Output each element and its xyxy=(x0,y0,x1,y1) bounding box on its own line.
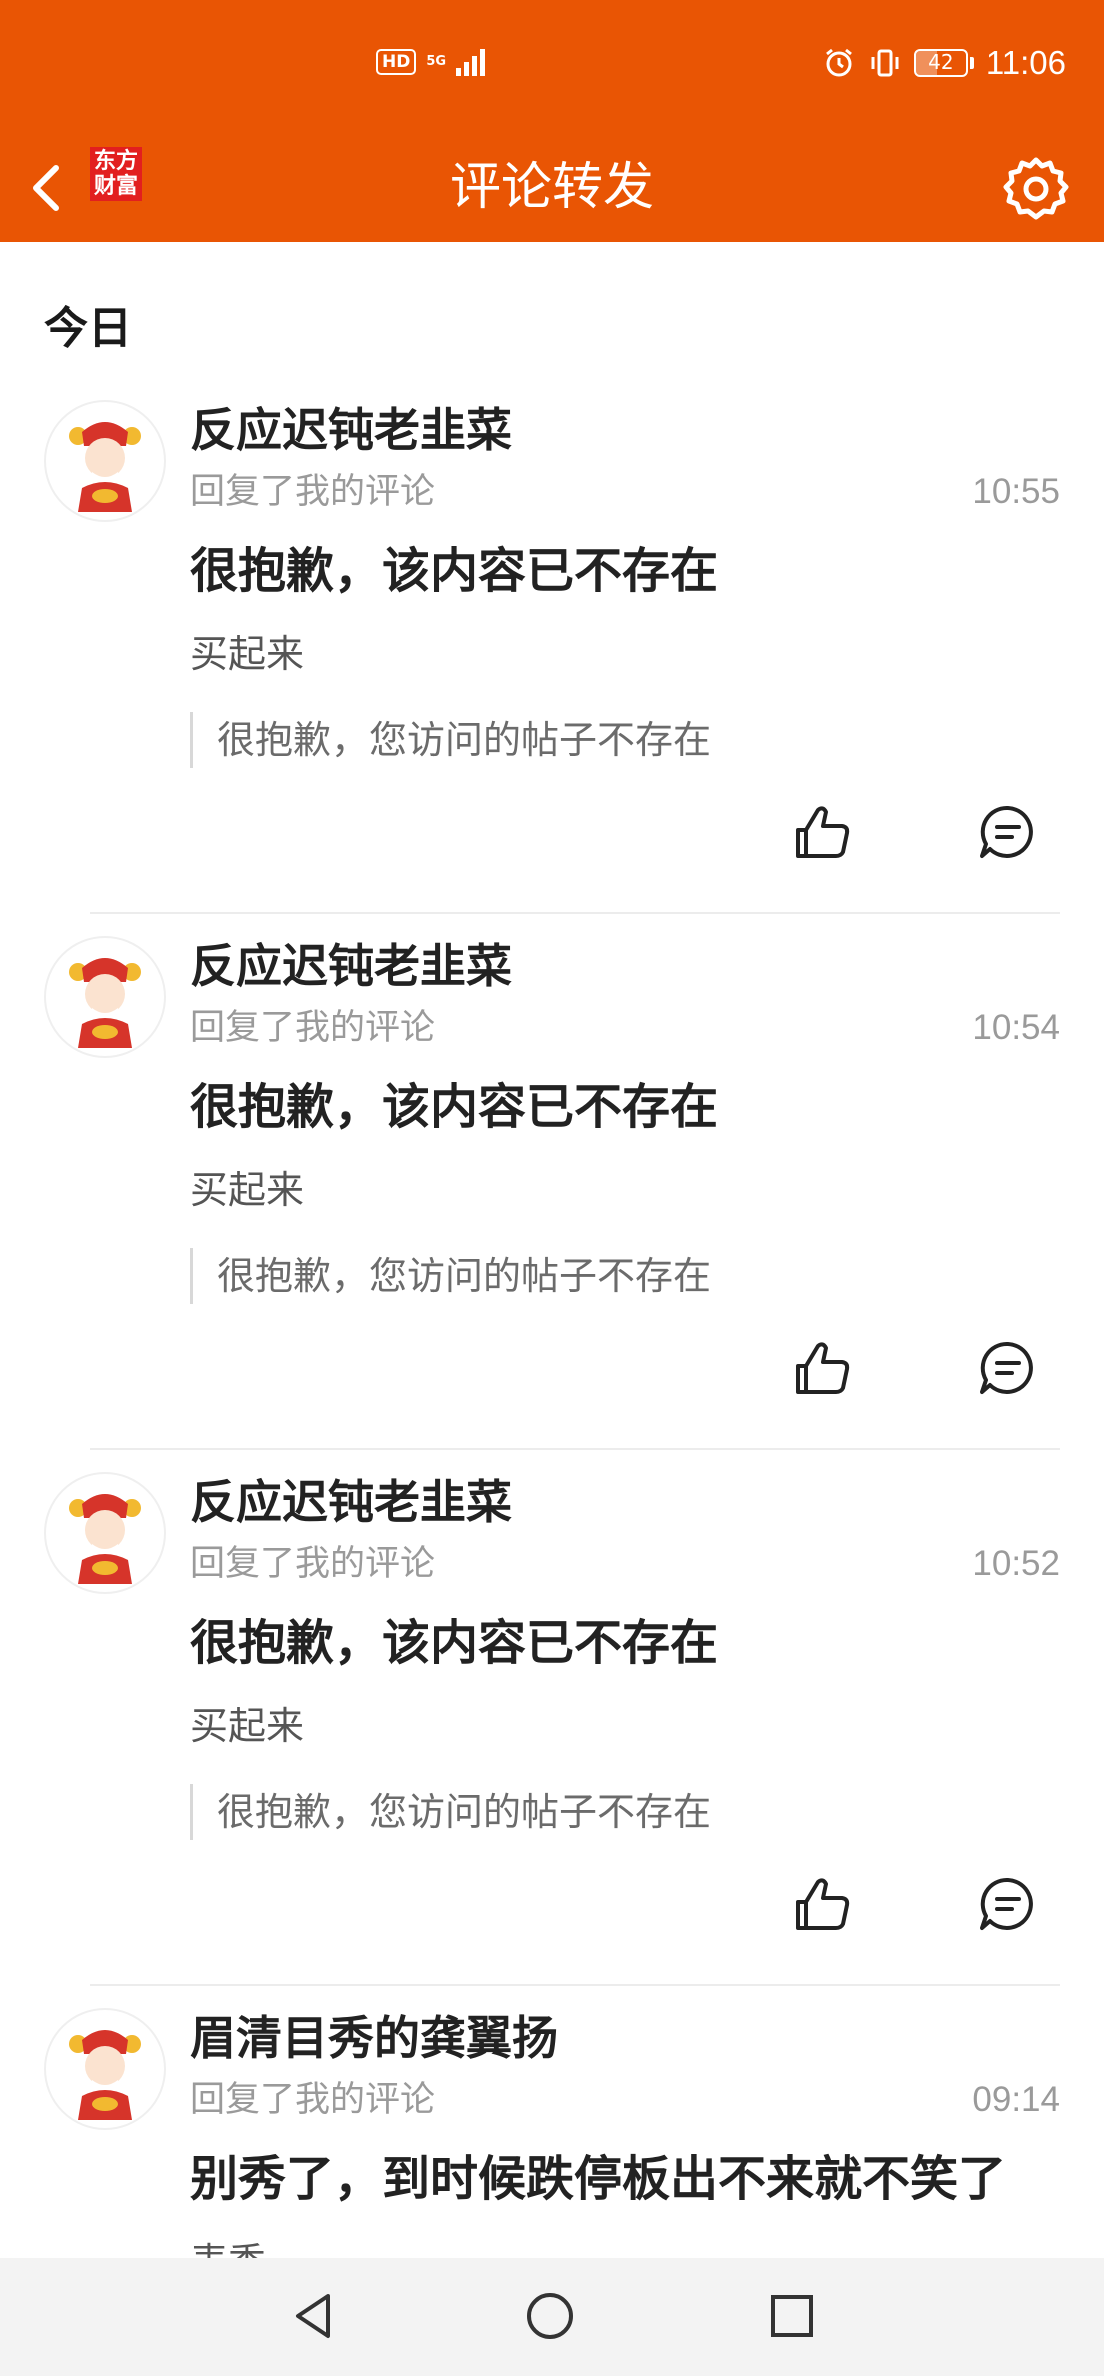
list-item[interactable]: 眉清目秀的龚翼扬 回复了我的评论 09:14 别秀了，到时候跌停板出不来就不笑了… xyxy=(0,2008,1104,2258)
timestamp: 10:52 xyxy=(972,1544,1060,1583)
comment-text[interactable]: 别秀了，到时候跌停板出不来就不笑了 xyxy=(190,2146,1006,2212)
divider xyxy=(90,1448,1060,1450)
battery-icon: 42 xyxy=(913,49,974,77)
my-comment-text: 买起来 xyxy=(190,1704,305,1748)
username[interactable]: 眉清目秀的龚翼扬 xyxy=(190,2008,558,2068)
section-title-today: 今日 xyxy=(44,303,132,354)
battery-level: 42 xyxy=(928,50,954,74)
signal-icon xyxy=(456,48,486,76)
avatar-caishen-icon xyxy=(69,422,141,512)
network-indicators: HD 5G xyxy=(376,48,486,76)
avatar[interactable] xyxy=(44,400,166,522)
quoted-post[interactable]: 很抱歉，您访问的帖子不存在 xyxy=(190,712,711,768)
network-type-label: 5G xyxy=(426,54,447,69)
status-time: 11:06 xyxy=(985,44,1066,81)
quoted-post[interactable]: 很抱歉，您访问的帖子不存在 xyxy=(190,1784,711,1840)
action-label: 回复了我的评论 xyxy=(190,472,436,512)
my-comment-text: 买起来 xyxy=(190,632,305,676)
triangle-back-icon[interactable] xyxy=(284,2286,344,2346)
gear-icon[interactable] xyxy=(1000,154,1072,226)
comment-text[interactable]: 很抱歉，该内容已不存在 xyxy=(190,1074,718,1140)
list-item[interactable]: 反应迟钝老韭菜 回复了我的评论 10:55 很抱歉，该内容已不存在 买起来 很抱… xyxy=(0,400,1104,914)
top-nav-bar: 评论转发 xyxy=(0,134,1104,242)
avatar[interactable] xyxy=(44,1472,166,1594)
avatar-caishen-icon xyxy=(69,958,141,1048)
notification-list: 今日 反应迟钝老韭菜 回复了我的评论 10:55 很抱歉，该内容已不存在 买起来… xyxy=(0,242,1104,2258)
timestamp: 10:55 xyxy=(972,472,1060,511)
avatar[interactable] xyxy=(44,2008,166,2130)
action-label: 回复了我的评论 xyxy=(190,1008,436,1048)
my-comment-text: 表秀 xyxy=(190,2236,266,2258)
divider xyxy=(90,912,1060,914)
comment-text[interactable]: 很抱歉，该内容已不存在 xyxy=(190,1610,718,1676)
action-label: 回复了我的评论 xyxy=(190,2080,436,2120)
vibrate-icon xyxy=(871,49,899,77)
comment-icon[interactable] xyxy=(976,800,1040,864)
my-comment-text: 买起来 xyxy=(190,1168,305,1212)
comment-text[interactable]: 很抱歉，该内容已不存在 xyxy=(190,538,718,604)
thumbs-up-icon[interactable] xyxy=(792,1872,856,1936)
timestamp: 10:54 xyxy=(972,1008,1060,1047)
circle-home-icon[interactable] xyxy=(520,2286,580,2346)
comment-icon[interactable] xyxy=(976,1872,1040,1936)
avatar-caishen-icon xyxy=(69,1494,141,1584)
quoted-post[interactable]: 很抱歉，您访问的帖子不存在 xyxy=(190,1248,711,1304)
status-right-group: 42 11:06 xyxy=(822,44,1066,82)
logo-text-line1: 东方 xyxy=(93,149,138,174)
comment-icon[interactable] xyxy=(976,1336,1040,1400)
avatar[interactable] xyxy=(44,936,166,1058)
chevron-left-icon[interactable] xyxy=(20,160,76,216)
page-title: 评论转发 xyxy=(449,158,654,217)
divider xyxy=(90,1984,1060,1986)
app-logo: 东方 财富 xyxy=(90,147,142,201)
square-recents-icon[interactable] xyxy=(762,2286,822,2346)
list-item[interactable]: 反应迟钝老韭菜 回复了我的评论 10:52 很抱歉，该内容已不存在 买起来 很抱… xyxy=(0,1472,1104,1986)
system-nav-bar xyxy=(0,2258,1104,2376)
hd-badge: HD xyxy=(376,49,417,75)
username[interactable]: 反应迟钝老韭菜 xyxy=(190,1472,512,1532)
list-item[interactable]: 反应迟钝老韭菜 回复了我的评论 10:54 很抱歉，该内容已不存在 买起来 很抱… xyxy=(0,936,1104,1450)
status-bar: HD 5G 42 11:06 xyxy=(0,0,1104,134)
logo-text-line2: 财富 xyxy=(93,174,138,199)
username[interactable]: 反应迟钝老韭菜 xyxy=(190,936,512,996)
timestamp: 09:14 xyxy=(972,2080,1060,2119)
action-label: 回复了我的评论 xyxy=(190,1544,436,1584)
alarm-icon xyxy=(825,48,852,77)
avatar-caishen-icon xyxy=(69,2030,141,2120)
thumbs-up-icon[interactable] xyxy=(792,800,856,864)
username[interactable]: 反应迟钝老韭菜 xyxy=(190,400,512,460)
thumbs-up-icon[interactable] xyxy=(792,1336,856,1400)
